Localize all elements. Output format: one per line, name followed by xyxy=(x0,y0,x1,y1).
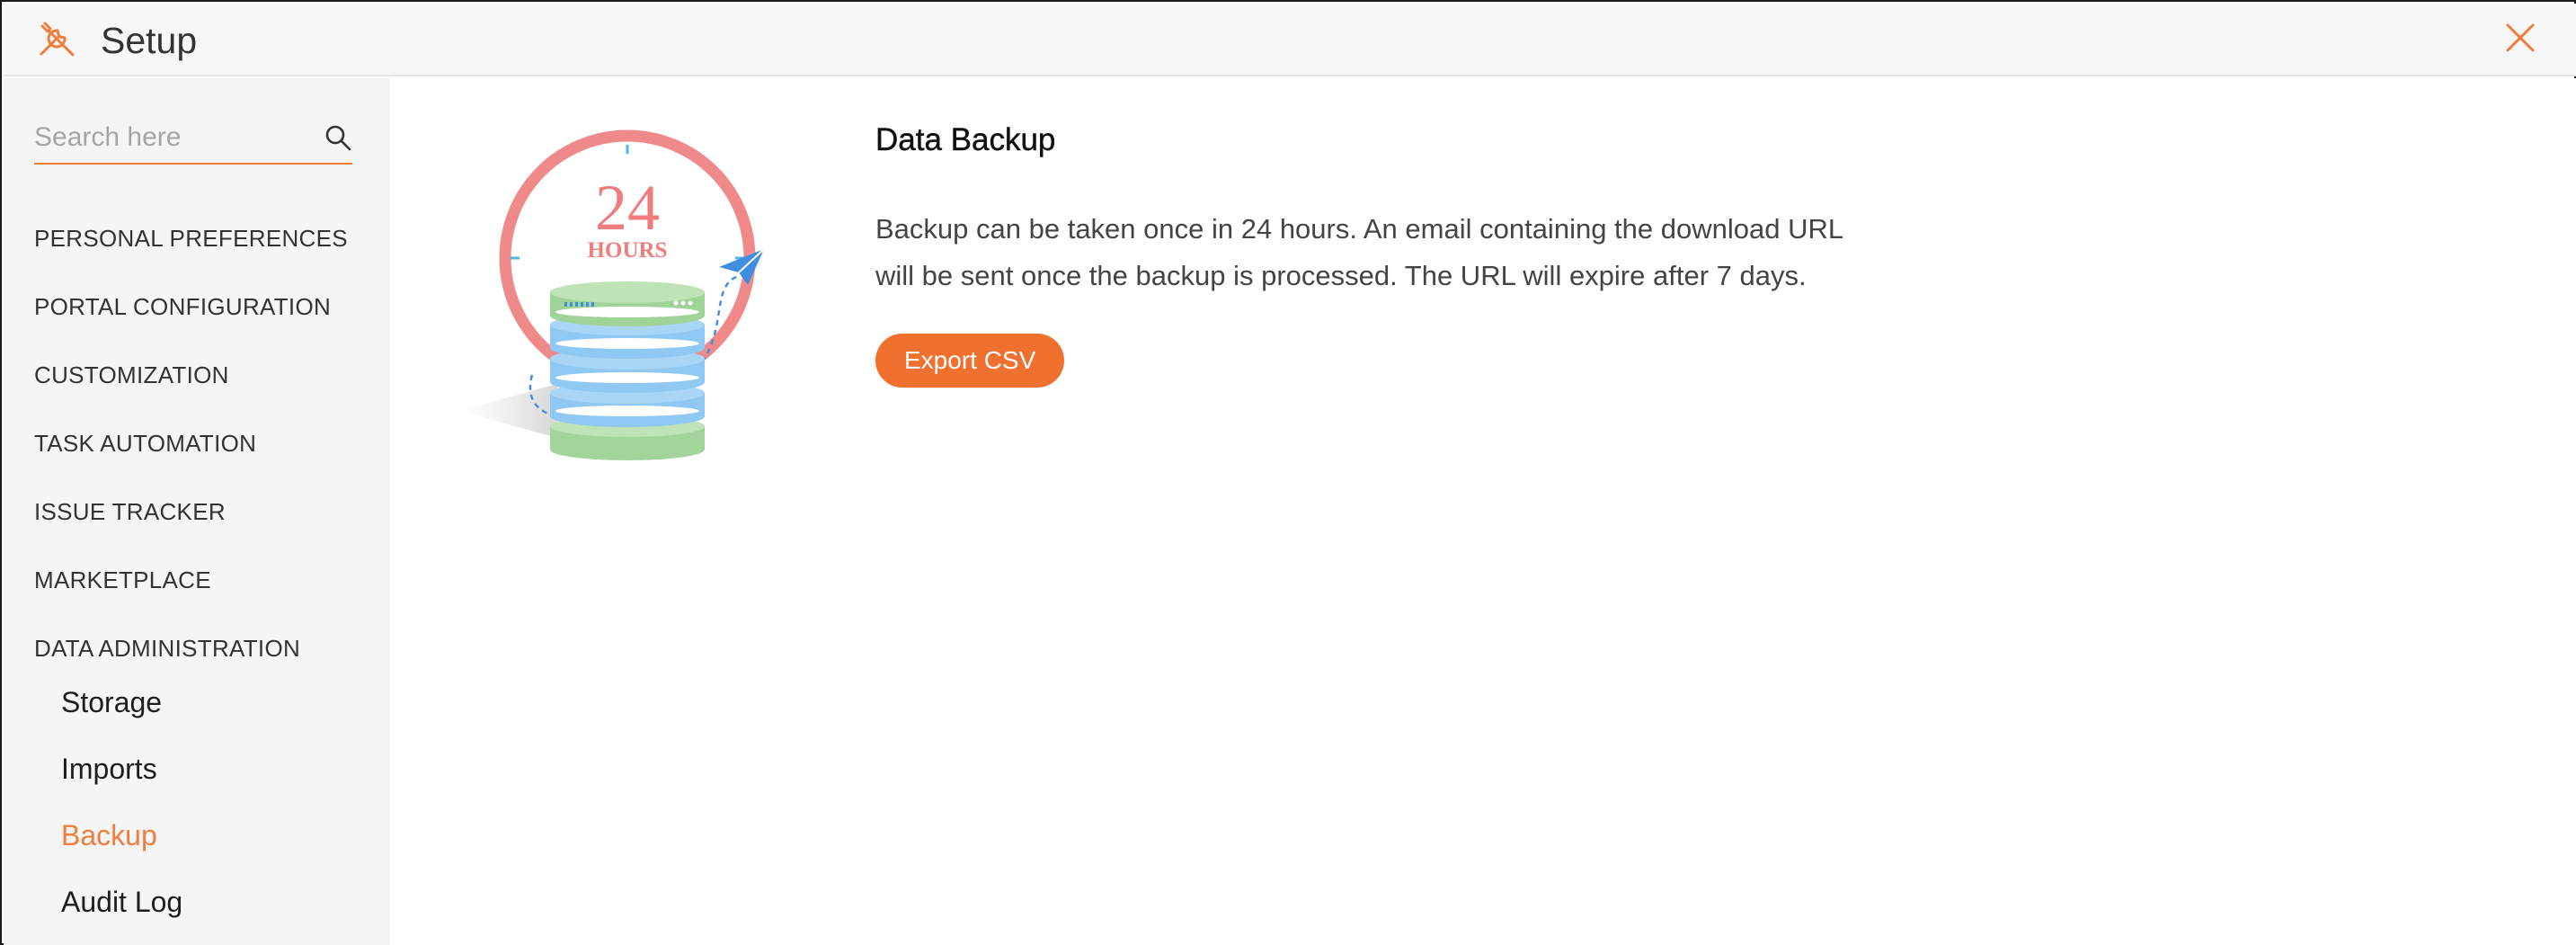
export-csv-button[interactable]: Export CSV xyxy=(875,334,1065,388)
sidebar-item-marketplace[interactable]: MARKETPLACE xyxy=(34,562,385,630)
sidebar-item-task-automation[interactable]: TASK AUTOMATION xyxy=(34,425,385,494)
sidebar-subitem-imports[interactable]: Imports xyxy=(61,747,385,814)
close-icon[interactable] xyxy=(2504,22,2536,54)
hours-unit: HOURS xyxy=(588,238,668,263)
search-input[interactable] xyxy=(34,114,304,161)
setup-window: Setup PERSONAL PREFERENCES PORTAL CONFIG… xyxy=(0,0,2576,945)
sidebar-nav: PERSONAL PREFERENCES PORTAL CONFIGURATIO… xyxy=(34,220,385,699)
tools-icon xyxy=(40,22,75,57)
search-icon[interactable] xyxy=(324,123,352,152)
page-title: Setup xyxy=(101,20,198,61)
main-content: 24 HOURS Data Backup Backup can be taken… xyxy=(390,78,2576,945)
backup-panel: Data Backup Backup can be taken once in … xyxy=(875,120,1909,388)
header-bar: Setup xyxy=(4,4,2576,76)
database-backup-illustration: 24 HOURS xyxy=(458,129,765,460)
sidebar: PERSONAL PREFERENCES PORTAL CONFIGURATIO… xyxy=(4,78,390,945)
sidebar-item-customization[interactable]: CUSTOMIZATION xyxy=(34,357,385,425)
section-title: Data Backup xyxy=(875,122,1056,157)
database-stack xyxy=(550,281,705,460)
sidebar-subitem-backup[interactable]: Backup xyxy=(61,814,385,880)
sidebar-subnav: Storage Imports Backup Audit Log xyxy=(61,681,385,945)
search-box xyxy=(34,114,352,165)
sidebar-item-issue-tracker[interactable]: ISSUE TRACKER xyxy=(34,494,385,562)
sidebar-subitem-audit-log[interactable]: Audit Log xyxy=(61,880,385,945)
backup-description: Backup can be taken once in 24 hours. An… xyxy=(875,213,1843,291)
sidebar-item-personal-preferences[interactable]: PERSONAL PREFERENCES xyxy=(34,220,385,289)
sidebar-item-portal-configuration[interactable]: PORTAL CONFIGURATION xyxy=(34,289,385,357)
sidebar-subitem-storage[interactable]: Storage xyxy=(61,681,385,747)
hours-number: 24 xyxy=(595,172,660,244)
